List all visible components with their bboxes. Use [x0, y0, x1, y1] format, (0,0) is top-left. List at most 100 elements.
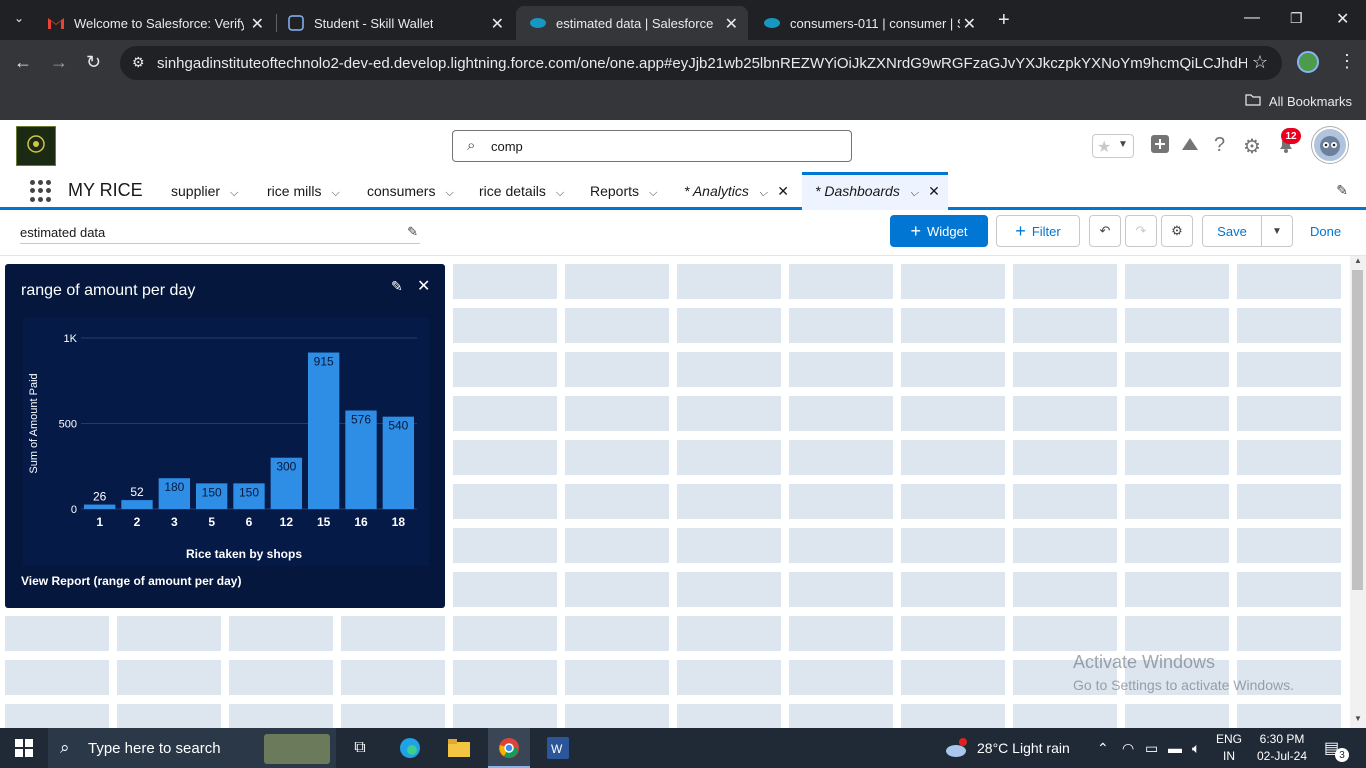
weather-text[interactable]: 28°C Light rain: [977, 740, 1070, 756]
close-icon[interactable]: ✕: [777, 183, 789, 199]
chevron-down-icon[interactable]: ⌵: [556, 187, 564, 199]
tab-gmail[interactable]: Welcome to Salesforce: Verify y ✕: [34, 6, 274, 40]
chevron-down-icon[interactable]: ⌵: [331, 187, 339, 199]
close-icon[interactable]: ✕: [928, 183, 940, 199]
help-icon[interactable]: ?: [1214, 134, 1225, 157]
grid-cell: [1013, 352, 1117, 387]
file-explorer-icon[interactable]: [447, 736, 471, 760]
battery-icon[interactable]: ▬: [1168, 740, 1182, 756]
dashboard-name-field[interactable]: estimated data ✎: [20, 222, 420, 244]
x-axis-label: Rice taken by shops: [186, 547, 302, 561]
undo-button[interactable]: ↶: [1089, 215, 1121, 247]
tab-close-icon[interactable]: ✕: [963, 14, 976, 34]
minimize-icon[interactable]: —: [1244, 9, 1260, 27]
nav-item-rice-details[interactable]: rice details ⌵: [479, 183, 564, 200]
global-search-input[interactable]: ⌕ comp: [452, 130, 852, 162]
clock[interactable]: 6:30 PM 02-Jul-24: [1252, 732, 1312, 763]
add-filter-button[interactable]: + Filter: [996, 215, 1080, 247]
trailhead-icon[interactable]: [1180, 134, 1200, 160]
edit-widget-pencil-icon[interactable]: ✎: [391, 278, 403, 295]
close-window-icon[interactable]: ✕: [1336, 9, 1349, 29]
redo-button[interactable]: ↷: [1125, 215, 1157, 247]
wifi-icon[interactable]: ◠: [1122, 740, 1134, 757]
favorites-button[interactable]: ★ ▼: [1092, 134, 1134, 158]
forward-arrow-icon[interactable]: →: [50, 52, 68, 73]
kebab-menu-icon[interactable]: ⋮: [1338, 51, 1356, 72]
add-widget-button[interactable]: + Widget: [890, 215, 988, 247]
chevron-up-icon[interactable]: ⌃: [1097, 740, 1109, 757]
restore-icon[interactable]: ❐: [1290, 10, 1303, 27]
redo-icon: ↷: [1135, 223, 1147, 238]
nav-item-consumers[interactable]: consumers ⌵: [367, 183, 454, 200]
global-actions-plus-icon[interactable]: [1150, 134, 1170, 160]
tab-estimated-data[interactable]: estimated data | Salesforce ✕: [516, 6, 748, 40]
tab-search-chevron-icon[interactable]: ⌄: [14, 11, 24, 25]
battery-saver-icon[interactable]: ▭: [1145, 740, 1158, 757]
properties-button[interactable]: ⚙: [1161, 215, 1193, 247]
setup-gear-icon[interactable]: ⚙: [1243, 134, 1261, 159]
word-icon[interactable]: W: [546, 736, 570, 760]
done-button[interactable]: Done: [1310, 224, 1341, 239]
nav-item-analytics[interactable]: * Analytics ⌵ ✕: [684, 183, 789, 200]
x-tick-label: 12: [280, 515, 294, 529]
tab-close-icon[interactable]: ✕: [491, 14, 504, 34]
grid-cell: [1013, 704, 1117, 728]
windows-start-icon[interactable]: [12, 736, 36, 760]
rice-mill-logo[interactable]: [16, 126, 56, 166]
task-view-icon[interactable]: ⧉: [348, 736, 372, 760]
new-tab-plus-icon[interactable]: +: [998, 9, 1010, 32]
data-label: 150: [202, 485, 222, 499]
chart-widget[interactable]: range of amount per day ✎ ✕ 0 500 1K Sum of…: [5, 264, 445, 608]
scroll-up-icon[interactable]: ▲: [1354, 256, 1362, 265]
grid-cell: [677, 264, 781, 299]
user-avatar[interactable]: [1312, 127, 1348, 163]
scroll-down-icon[interactable]: ▼: [1354, 714, 1362, 723]
tab-close-icon[interactable]: ✕: [725, 14, 738, 34]
view-report-link[interactable]: View Report (range of amount per day): [21, 574, 241, 588]
chevron-down-icon[interactable]: ⌵: [759, 187, 767, 199]
salesforce-icon: [530, 15, 546, 31]
save-menu-button[interactable]: ▼: [1261, 215, 1293, 247]
chevron-down-icon[interactable]: ⌵: [445, 187, 453, 199]
chevron-down-icon[interactable]: ⌵: [910, 187, 918, 199]
taskbar-search-box[interactable]: ⌕ Type here to search: [48, 728, 336, 768]
language-indicator[interactable]: ENG IN: [1207, 732, 1251, 763]
chrome-icon[interactable]: [497, 736, 521, 760]
edge-browser-icon[interactable]: [398, 736, 422, 760]
grid-cell: [1125, 704, 1229, 728]
tab-consumers[interactable]: consumers-011 | consumer | Sa ✕: [750, 6, 986, 40]
back-arrow-icon[interactable]: ←: [14, 52, 32, 73]
reload-icon[interactable]: ↻: [86, 52, 101, 73]
gmail-icon: [48, 15, 64, 31]
chevron-down-icon[interactable]: ⌵: [649, 187, 657, 199]
grid-cell: [1237, 264, 1341, 299]
all-bookmarks[interactable]: All Bookmarks: [1245, 93, 1352, 109]
weather-cloud-icon[interactable]: [944, 736, 968, 760]
save-button[interactable]: Save: [1202, 215, 1262, 247]
tab-skill-wallet[interactable]: Student - Skill Wallet ✕: [274, 6, 514, 40]
grid-cell: [789, 484, 893, 519]
edit-nav-pencil-icon[interactable]: ✎: [1336, 182, 1348, 199]
grid-cell: [901, 572, 1005, 607]
chevron-down-icon[interactable]: ⌵: [230, 187, 238, 199]
scrollbar-thumb[interactable]: [1352, 270, 1363, 590]
nav-item-reports[interactable]: Reports ⌵: [590, 183, 657, 200]
canvas-scrollbar[interactable]: ▲ ▼: [1350, 256, 1366, 728]
tab-close-icon[interactable]: ✕: [251, 14, 264, 34]
nav-item-dashboards[interactable]: * Dashboards ⌵ ✕: [815, 183, 940, 200]
grid-cell: [901, 440, 1005, 475]
remove-widget-close-icon[interactable]: ✕: [417, 276, 430, 296]
profile-avatar[interactable]: [1297, 51, 1319, 73]
app-launcher-icon[interactable]: [30, 180, 52, 202]
bookmark-star-icon[interactable]: ☆: [1252, 52, 1268, 73]
grid-cell: [677, 660, 781, 695]
grid-cell: [565, 528, 669, 563]
site-info-icon[interactable]: ⚙: [132, 54, 145, 71]
address-bar[interactable]: ⚙ sinhgadinstituteoftechnolo2-dev-ed.dev…: [120, 46, 1282, 80]
volume-icon[interactable]: 🔈︎: [1192, 740, 1200, 757]
activate-windows-watermark: Activate Windows Go to Settings to activ…: [1073, 652, 1294, 693]
nav-item-rice-mills[interactable]: rice mills ⌵: [267, 183, 340, 200]
grid-cell: [565, 572, 669, 607]
pencil-icon[interactable]: ✎: [407, 224, 418, 240]
nav-item-supplier[interactable]: supplier ⌵: [171, 183, 238, 200]
